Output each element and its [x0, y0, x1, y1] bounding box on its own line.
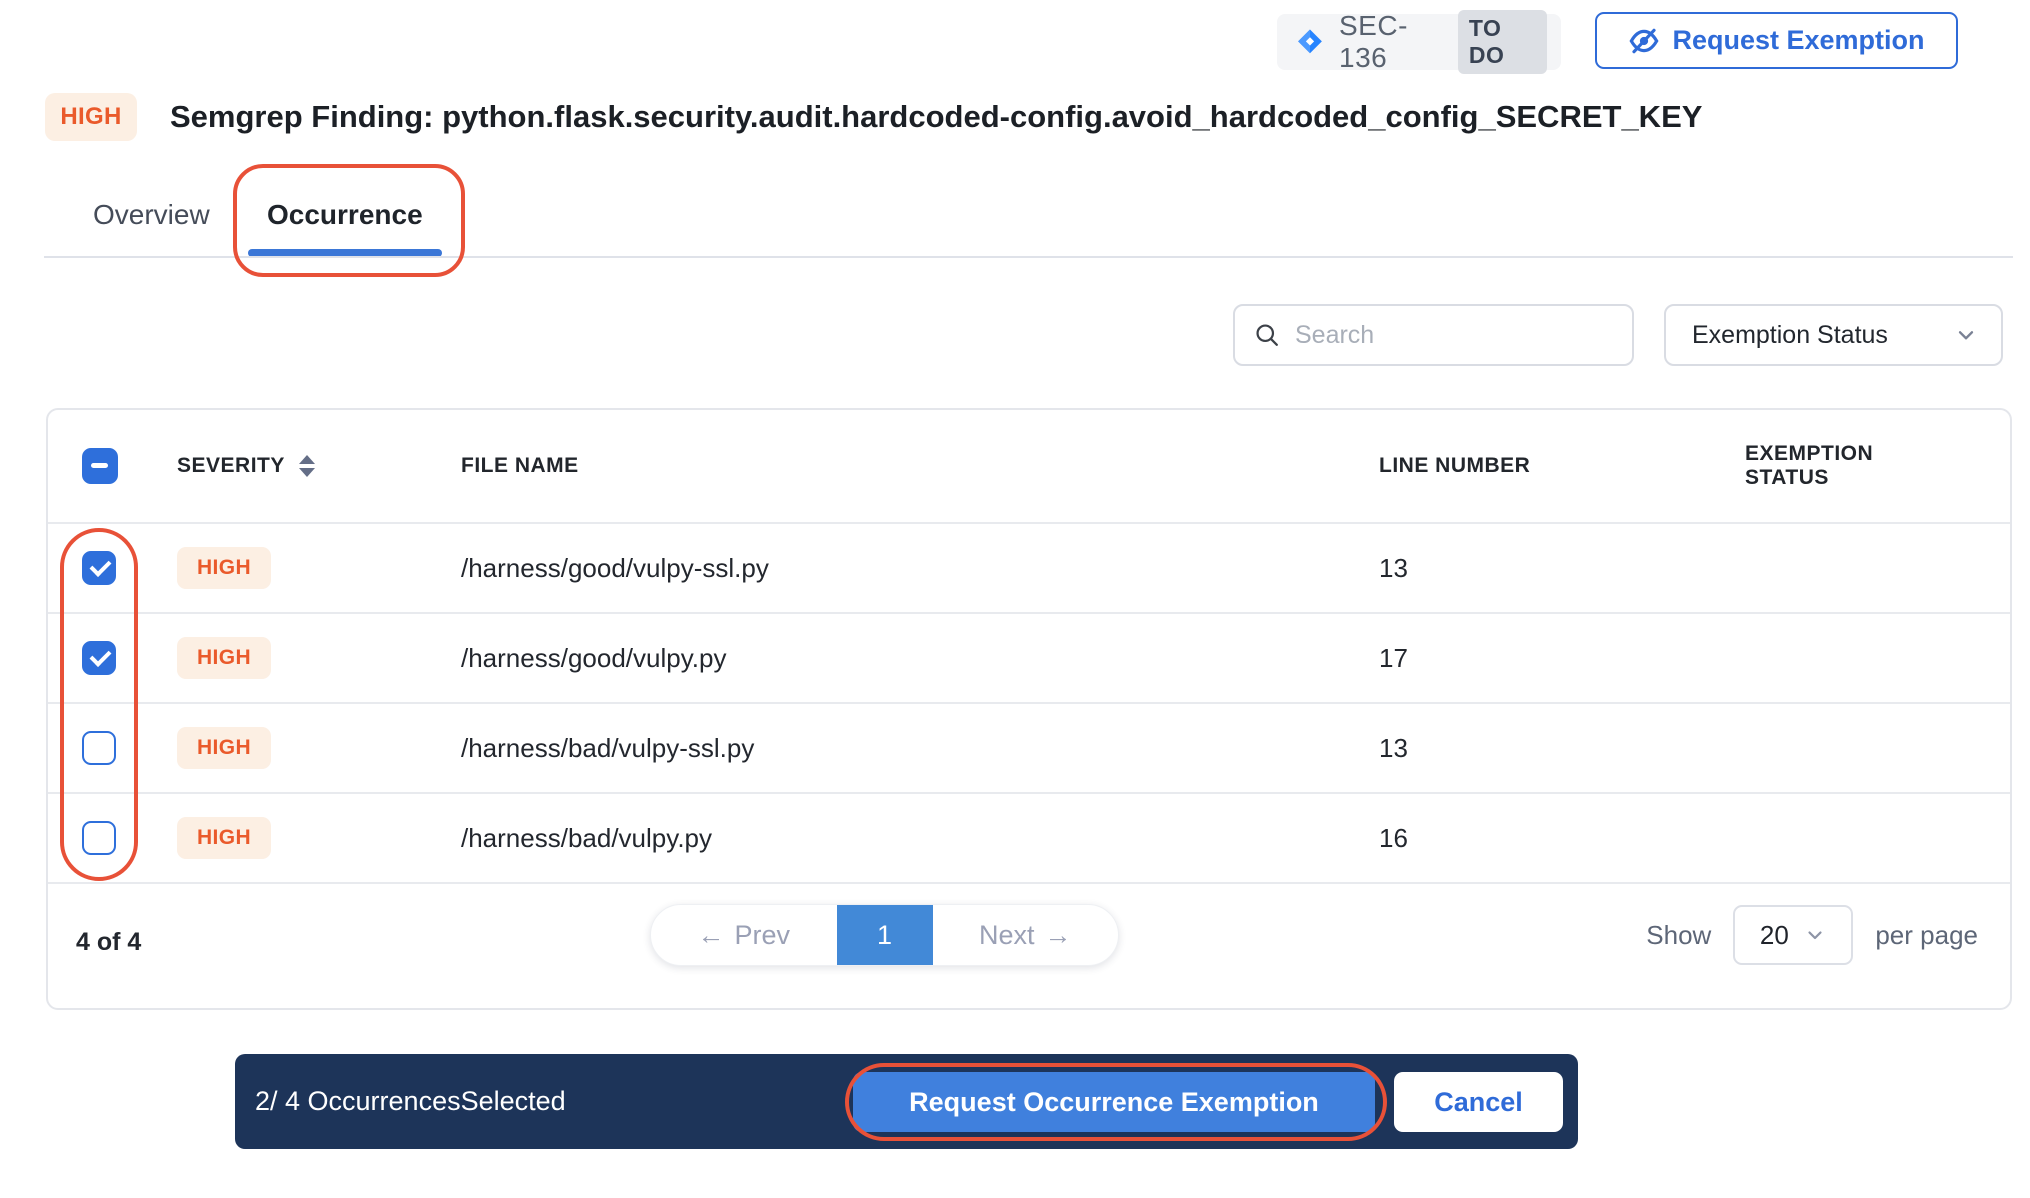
row-checkbox[interactable] — [82, 641, 116, 675]
finding-detail-page: SEC-136 TO DO Request Exemption HIGH Sem… — [0, 0, 2030, 1198]
row-file-name: /harness/good/vulpy-ssl.py — [442, 553, 1360, 584]
row-checkbox[interactable] — [82, 551, 116, 585]
column-header-severity[interactable]: SEVERITY — [158, 454, 442, 478]
tab-occurrence[interactable]: Occurrence — [267, 196, 423, 234]
jira-icon — [1295, 27, 1325, 57]
jira-status-badge: TO DO — [1458, 10, 1547, 74]
page-title: Semgrep Finding: python.flask.security.a… — [170, 93, 1702, 141]
row-file-name: /harness/bad/vulpy-ssl.py — [442, 733, 1360, 764]
table-row: HIGH /harness/bad/vulpy.py 16 — [48, 794, 2010, 884]
eye-slash-icon — [1628, 25, 1660, 57]
search-icon — [1253, 321, 1281, 349]
show-label: Show — [1646, 920, 1711, 951]
row-severity-badge: HIGH — [177, 817, 271, 859]
page-size-control: Show 20 per page — [1646, 904, 1978, 966]
selection-count-text: 2/ 4 OccurrencesSelected — [255, 1054, 566, 1149]
arrow-left-icon: ← — [697, 920, 724, 951]
chevron-down-icon — [1803, 923, 1827, 947]
occurrences-table: SEVERITY FILE NAME LINE NUMBER EXEMPTION… — [46, 408, 2012, 1010]
tab-overview[interactable]: Overview — [93, 196, 210, 234]
row-severity-badge: HIGH — [177, 637, 271, 679]
table-footer: 4 of 4 ← Prev 1 Next → Show 20 — [48, 882, 2010, 1008]
next-page-button[interactable]: Next → — [933, 905, 1119, 965]
arrow-right-icon: → — [1045, 920, 1072, 951]
select-all-checkbox[interactable] — [82, 448, 118, 484]
row-file-name: /harness/bad/vulpy.py — [442, 823, 1360, 854]
exemption-status-header-line1: EXEMPTION — [1745, 442, 2010, 466]
prev-page-button[interactable]: ← Prev — [651, 905, 837, 965]
page-size-select[interactable]: 20 — [1733, 905, 1853, 965]
row-line-number: 13 — [1360, 733, 1726, 764]
jira-issue-chip[interactable]: SEC-136 TO DO — [1277, 14, 1561, 70]
column-header-exemption-status: EXEMPTION STATUS — [1726, 442, 2010, 490]
page-size-value: 20 — [1760, 920, 1789, 951]
selection-action-bar: 2/ 4 OccurrencesSelected Request Occurre… — [235, 1054, 1578, 1149]
row-line-number: 13 — [1360, 553, 1726, 584]
pagination: ← Prev 1 Next → — [650, 904, 1119, 966]
table-row: HIGH /harness/bad/vulpy-ssl.py 13 — [48, 704, 2010, 794]
row-severity-badge: HIGH — [177, 547, 271, 589]
row-checkbox[interactable] — [82, 821, 116, 855]
page-1-button[interactable]: 1 — [837, 905, 933, 965]
tabs-divider — [44, 256, 2013, 258]
result-count: 4 of 4 — [76, 928, 141, 957]
severity-badge: HIGH — [45, 93, 137, 141]
severity-header-label: SEVERITY — [177, 454, 285, 478]
jira-issue-key: SEC-136 — [1339, 10, 1444, 74]
request-occurrence-exemption-button[interactable]: Request Occurrence Exemption — [853, 1072, 1375, 1132]
row-checkbox[interactable] — [82, 731, 116, 765]
row-line-number: 17 — [1360, 643, 1726, 674]
row-line-number: 16 — [1360, 823, 1726, 854]
exemption-status-header-line2: STATUS — [1745, 466, 2010, 490]
request-exemption-button[interactable]: Request Exemption — [1595, 12, 1958, 69]
search-input[interactable] — [1295, 321, 1617, 350]
sort-icon[interactable] — [299, 455, 315, 477]
column-header-file-name: FILE NAME — [442, 454, 1360, 478]
request-exemption-label: Request Exemption — [1672, 25, 1924, 56]
cancel-button[interactable]: Cancel — [1394, 1072, 1563, 1132]
row-severity-badge: HIGH — [177, 727, 271, 769]
row-file-name: /harness/good/vulpy.py — [442, 643, 1360, 674]
search-box[interactable] — [1233, 304, 1634, 366]
column-header-line-number: LINE NUMBER — [1360, 454, 1726, 478]
exemption-status-dropdown[interactable]: Exemption Status — [1664, 304, 2003, 366]
prev-label: Prev — [734, 920, 790, 951]
table-row: HIGH /harness/good/vulpy.py 17 — [48, 614, 2010, 704]
next-label: Next — [979, 920, 1035, 951]
table-row: HIGH /harness/good/vulpy-ssl.py 13 — [48, 524, 2010, 614]
exemption-status-dropdown-label: Exemption Status — [1692, 321, 1953, 350]
chevron-down-icon — [1953, 322, 1979, 348]
table-header-row: SEVERITY FILE NAME LINE NUMBER EXEMPTION… — [48, 410, 2010, 524]
per-page-label: per page — [1875, 920, 1978, 951]
